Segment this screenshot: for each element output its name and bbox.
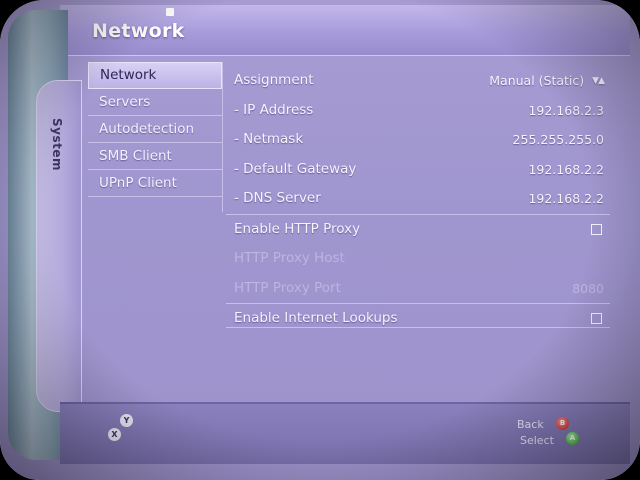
select-label: Select — [520, 434, 554, 447]
settings-bottom-divider — [226, 327, 610, 328]
proxy-host-label: HTTP Proxy Host — [234, 250, 345, 266]
setting-enable-internet-lookups[interactable]: Enable Internet Lookups — [226, 303, 610, 334]
tv-frame: Network System Network Servers Autodetec… — [0, 0, 640, 480]
menu-item-smb-client[interactable]: SMB Client — [88, 144, 222, 170]
settings-category-menu: Network Servers Autodetection SMB Client… — [88, 62, 222, 198]
dns-value: 192.168.2.2 — [528, 191, 604, 206]
netmask-label: - Netmask — [234, 131, 304, 147]
gateway-label: - Default Gateway — [234, 160, 357, 177]
assignment-label: Assignment — [234, 72, 314, 88]
y-button-icon[interactable]: Y — [120, 414, 133, 427]
button-legend-bar — [60, 402, 630, 464]
ip-address-label: - IP Address — [234, 101, 314, 118]
internet-lookups-label: Enable Internet Lookups — [234, 310, 398, 326]
http-proxy-label: Enable HTTP Proxy — [234, 220, 361, 237]
proxy-port-value: 8080 — [572, 280, 604, 296]
dns-label: - DNS Server — [234, 190, 321, 206]
setting-dns-server[interactable]: - DNS Server 192.168.2.2 — [226, 184, 610, 214]
menu-item-network[interactable]: Network — [88, 62, 222, 89]
x-button-icon[interactable]: X — [108, 428, 121, 441]
network-settings-list: Assignment Manual (Static) ▼▲ - IP Addre… — [226, 66, 610, 334]
assignment-value-wrap: Manual (Static) ▼▲ — [489, 66, 605, 97]
setting-assignment[interactable]: Assignment Manual (Static) ▼▲ — [226, 66, 610, 96]
menu-item-servers[interactable]: Servers — [88, 90, 222, 116]
assignment-value: Manual (Static) — [489, 73, 585, 88]
spin-arrows-icon[interactable]: ▼▲ — [592, 67, 605, 97]
gateway-value: 192.168.2.2 — [528, 161, 604, 177]
netmask-value: 255.255.255.0 — [512, 132, 604, 147]
setting-netmask[interactable]: - Netmask 255.255.255.0 — [226, 125, 610, 155]
menu-item-autodetection[interactable]: Autodetection — [88, 117, 222, 143]
b-button-icon[interactable]: B — [556, 417, 569, 430]
back-label: Back — [517, 418, 544, 431]
page-title: Network — [92, 20, 185, 42]
http-proxy-checkbox[interactable] — [591, 223, 602, 235]
indicator-dot — [166, 8, 174, 16]
setting-default-gateway[interactable]: - Default Gateway 192.168.2.2 — [226, 155, 610, 185]
setting-enable-http-proxy[interactable]: Enable HTTP Proxy — [226, 213, 610, 245]
proxy-port-label: HTTP Proxy Port — [234, 279, 341, 296]
internet-lookups-checkbox[interactable] — [591, 313, 602, 324]
setting-http-proxy-port: HTTP Proxy Port 8080 — [226, 274, 610, 304]
ip-address-value: 192.168.2.3 — [528, 102, 604, 118]
menu-item-upnp-client[interactable]: UPnP Client — [88, 171, 222, 197]
menu-divider — [222, 62, 223, 212]
setting-http-proxy-host: HTTP Proxy Host — [226, 244, 610, 274]
a-button-icon[interactable]: A — [566, 432, 579, 445]
setting-ip-address[interactable]: - IP Address 192.168.2.3 — [226, 96, 610, 126]
system-blade-label: System — [50, 118, 64, 171]
